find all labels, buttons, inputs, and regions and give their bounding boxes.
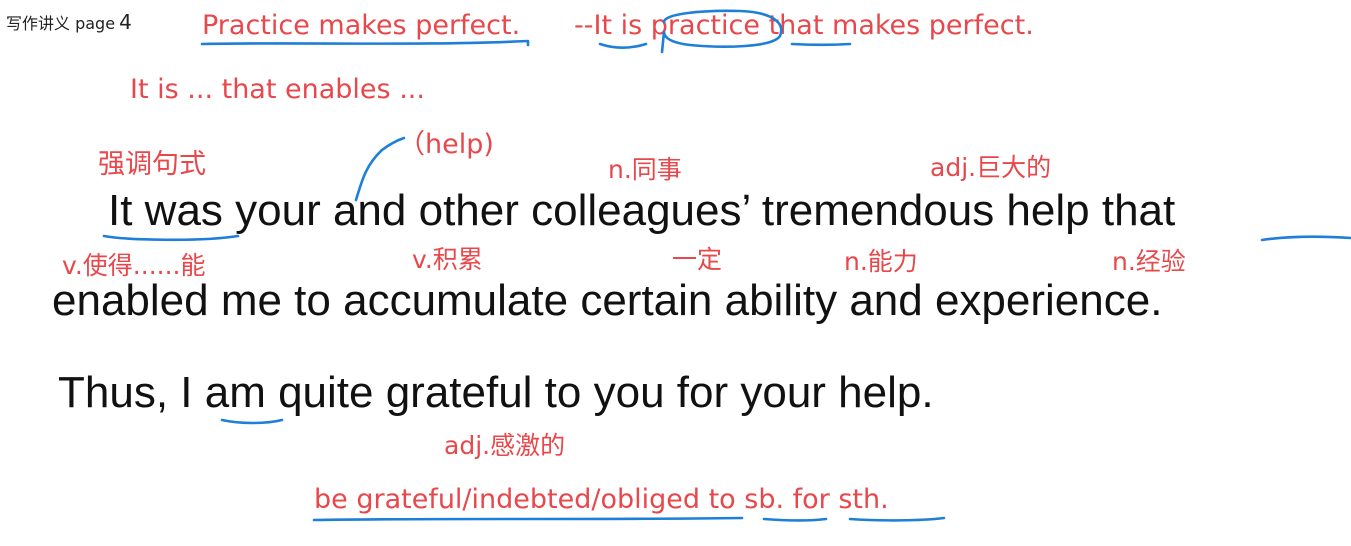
page-number: 4 <box>119 10 132 34</box>
sentence-line-2: enabled me to accumulate certain ability… <box>52 276 1163 325</box>
page-header: 写作讲义 page 4 <box>6 10 132 34</box>
tongshi-note: n.同事 <box>608 155 682 184</box>
judade-note: adj.巨大的 <box>930 153 1052 182</box>
underline-it-is <box>598 42 648 50</box>
yiding-note: 一定 <box>672 245 723 274</box>
underline-am <box>220 418 284 425</box>
nengli-note: n.能力 <box>844 247 918 276</box>
jingyan-note: n.经验 <box>1112 247 1186 276</box>
practice-line: Practice makes perfect. <box>202 10 521 41</box>
jilei-note: v.积累 <box>412 245 483 274</box>
ganji-note: adj.感激的 <box>444 431 566 460</box>
sentence-line-1: It was your and other colleagues’ tremen… <box>108 186 1176 235</box>
underline-that-top <box>790 42 852 47</box>
emphasis-it-is: It is <box>593 10 643 41</box>
underline-phrase-3 <box>848 516 946 522</box>
qiangdiao-note: 强调句式 <box>98 149 206 180</box>
emphasis-that: that <box>768 10 824 41</box>
emphasis-prefix: -- <box>574 10 594 41</box>
underline-that-line1 <box>1260 235 1351 242</box>
emphasis-rest: makes perfect. <box>832 10 1034 41</box>
phrase-note: be grateful/indebted/obliged to sb. for … <box>314 484 889 515</box>
header-label: 写作讲义 page <box>6 14 116 33</box>
sentence-line-3: Thus, I am quite grateful to you for you… <box>58 368 934 417</box>
help-hint-note: （help) <box>398 129 494 160</box>
emphasis-practice: practice <box>650 10 760 41</box>
underline-phrase-1 <box>312 516 744 522</box>
emphasis-line: --It is practice that makes perfect. <box>574 10 1034 41</box>
pattern-note: It is ... that enables ... <box>130 74 425 105</box>
underline-phrase-2 <box>762 517 828 522</box>
underline-practice-line <box>200 39 530 47</box>
underline-it-was <box>102 234 240 242</box>
